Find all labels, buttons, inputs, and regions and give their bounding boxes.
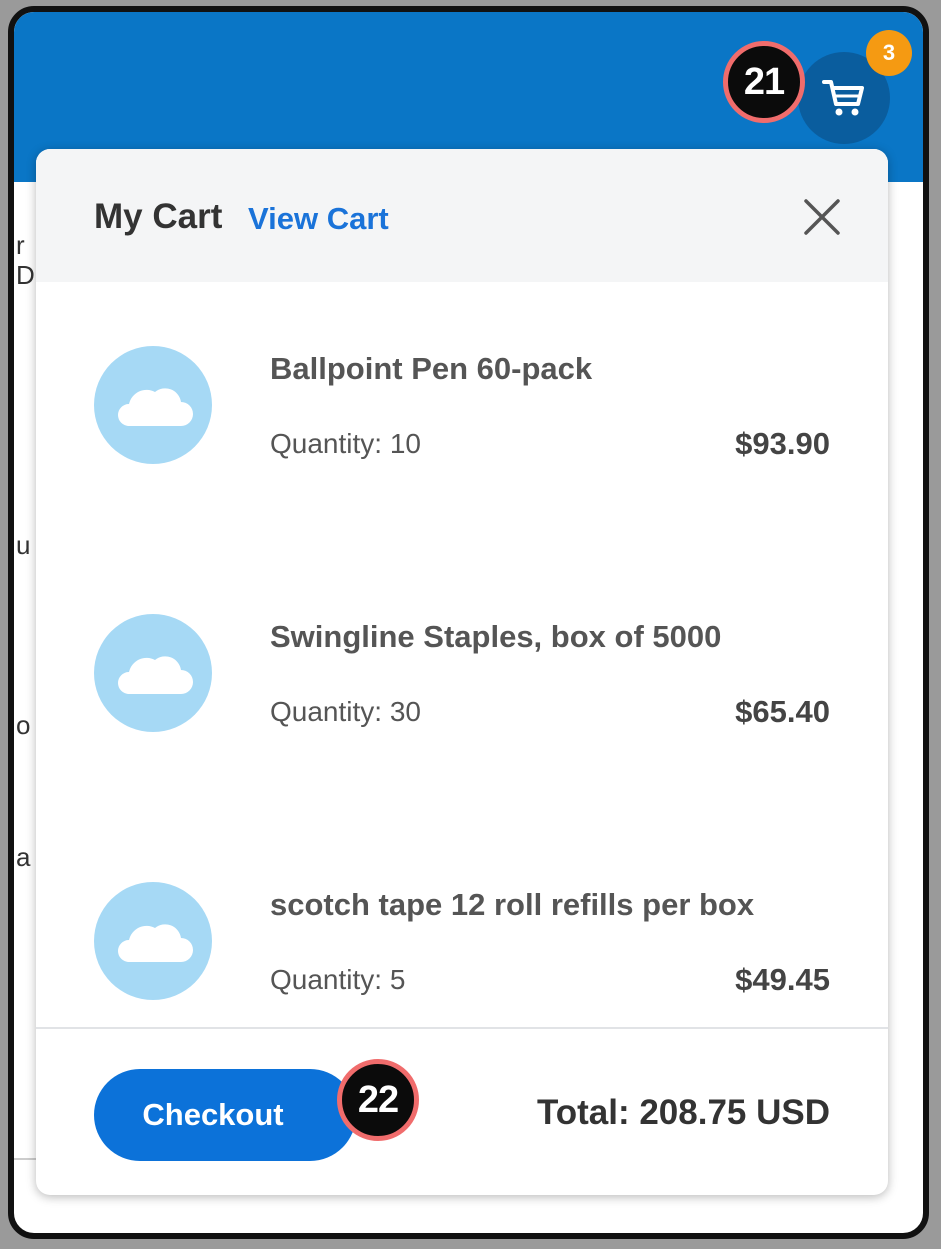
cloud-icon (118, 924, 193, 962)
cart-item[interactable]: scotch tape 12 roll refills per box Quan… (36, 882, 888, 1082)
view-cart-link[interactable]: View Cart (248, 201, 389, 237)
cart-item[interactable]: Ballpoint Pen 60-pack Quantity: 10 $93.9… (36, 346, 888, 546)
screenshot-frame: r D u o a 3 My Cart View Cart Ballpoint … (8, 6, 929, 1239)
item-price: $93.90 (735, 426, 830, 461)
item-quantity: Quantity: 5 (270, 964, 406, 995)
item-quantity: Quantity: 10 (270, 428, 421, 459)
cart-total: Total: 208.75 USD (536, 1093, 830, 1132)
cloud-icon (118, 388, 193, 426)
product-thumbnail (94, 614, 212, 732)
cart-dropdown-panel: My Cart View Cart Ballpoint Pen 60-pack … (36, 149, 888, 1195)
item-name: Swingline Staples, box of 5000 (270, 619, 722, 654)
cart-count-badge: 3 (866, 30, 912, 76)
cloud-icon (118, 656, 193, 694)
product-thumbnail (94, 346, 212, 464)
background-letter: o (16, 710, 31, 740)
annotation-marker: 22 (337, 1059, 419, 1141)
background-letter: D (16, 260, 35, 290)
background-page-content: r D u o a (14, 182, 35, 1162)
cart-item[interactable]: Swingline Staples, box of 5000 Quantity:… (36, 614, 888, 814)
item-quantity: Quantity: 30 (270, 696, 421, 727)
cart-panel-header: My Cart View Cart (36, 149, 888, 282)
background-letter: a (16, 842, 31, 872)
item-name: Ballpoint Pen 60-pack (270, 351, 593, 386)
annotation-marker: 21 (723, 41, 805, 123)
item-price: $65.40 (735, 694, 830, 729)
footer-divider (36, 1027, 888, 1029)
close-button[interactable] (800, 195, 844, 239)
item-price: $49.45 (735, 962, 830, 997)
shopping-cart-icon (822, 80, 864, 116)
product-thumbnail (94, 882, 212, 1000)
background-letter: u (16, 530, 31, 560)
item-name: scotch tape 12 roll refills per box (270, 887, 755, 922)
background-letter: r (16, 230, 25, 260)
cart-panel-title: My Cart (94, 197, 223, 236)
checkout-button[interactable]: Checkout (94, 1069, 356, 1161)
close-icon (804, 199, 840, 235)
